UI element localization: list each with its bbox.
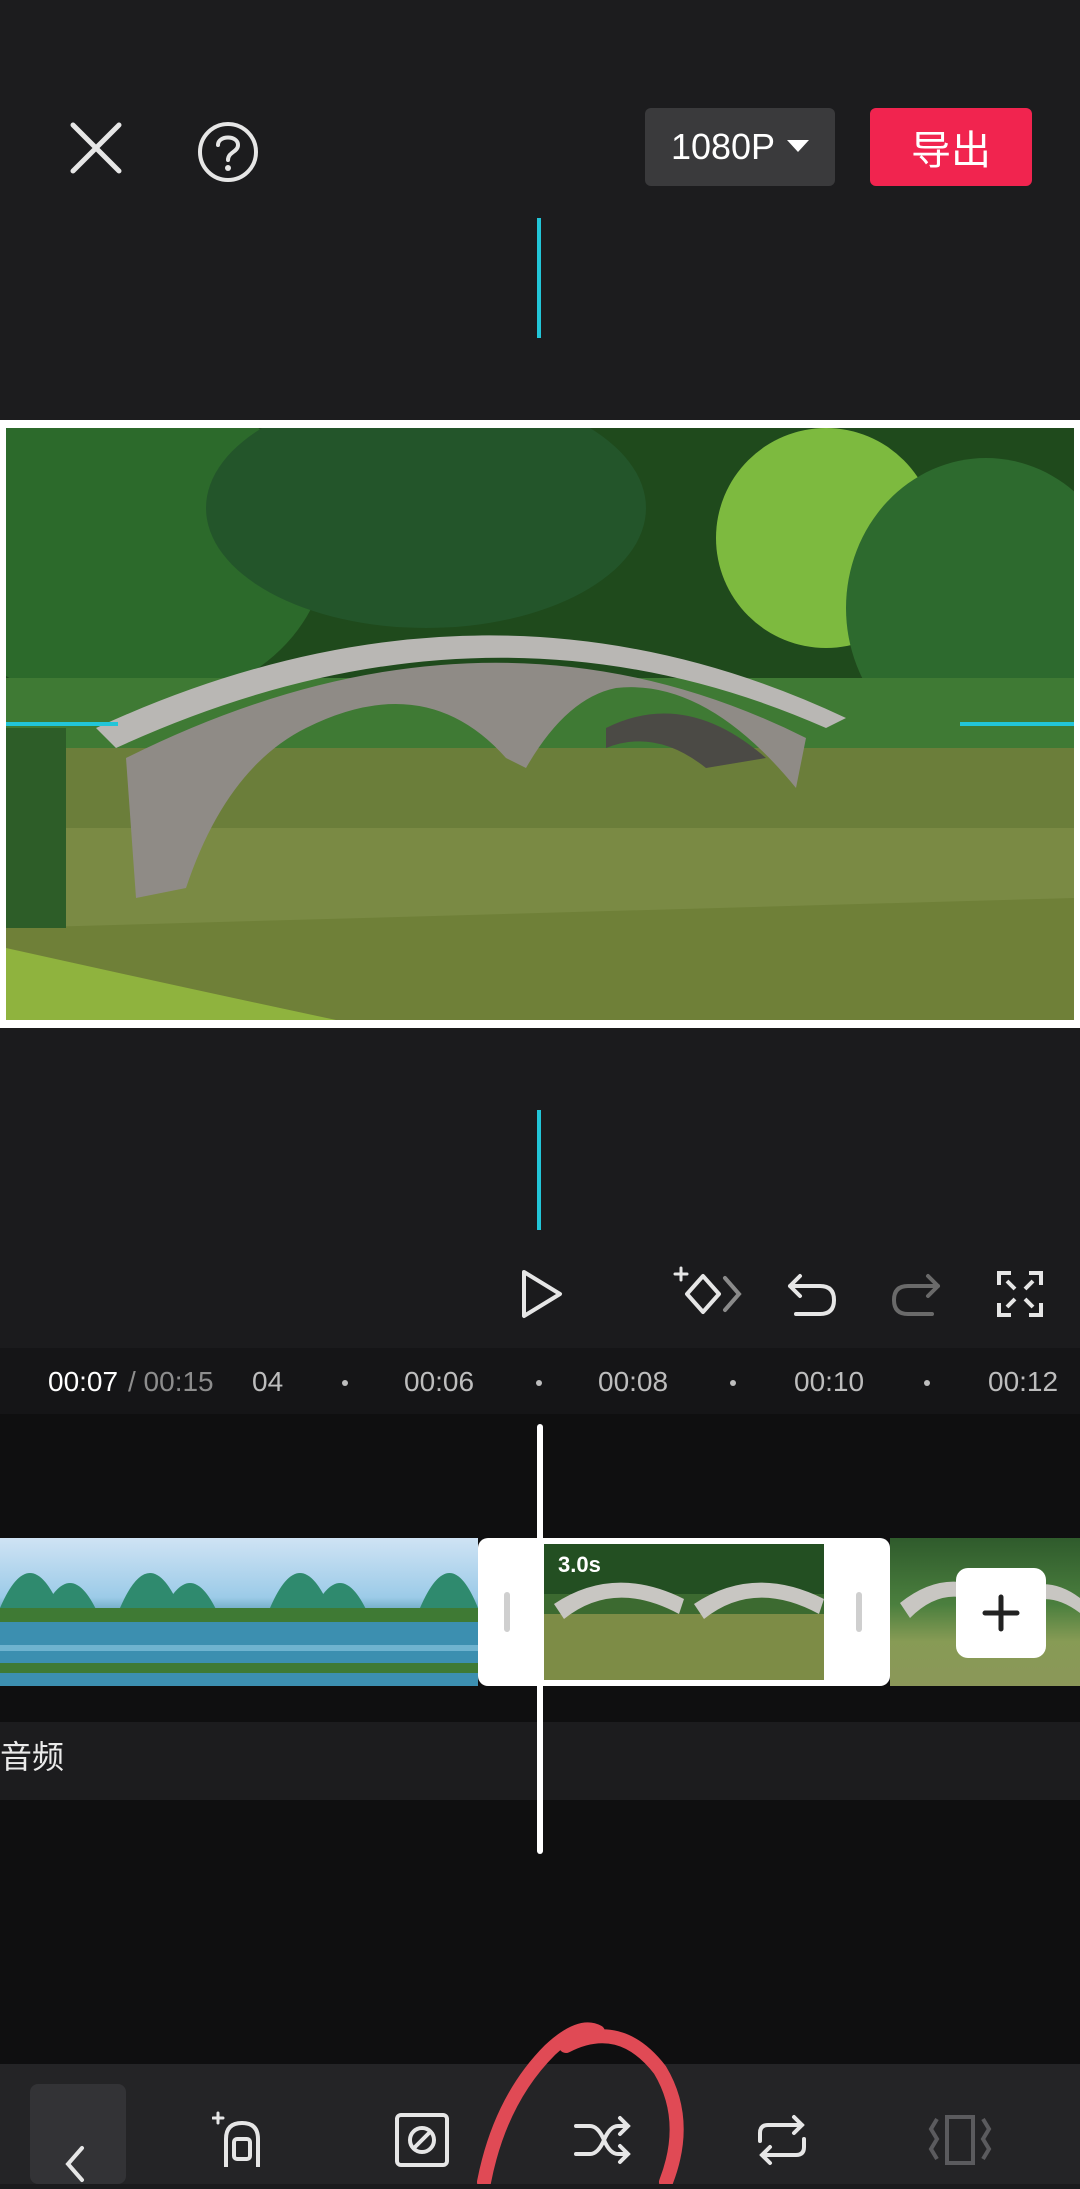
help-icon[interactable] xyxy=(188,112,268,192)
ruler-tick: 00:12 xyxy=(988,1366,1059,1397)
top-bar xyxy=(0,0,1080,420)
time-ruler[interactable]: 00:07 / 00:15 04 00:06 00:08 00:10 00:12 xyxy=(0,1348,1080,1414)
export-button[interactable]: 导出 xyxy=(870,108,1032,186)
clip-right-handle[interactable] xyxy=(856,1592,862,1632)
clip-duration: 3.0s xyxy=(558,1552,601,1577)
ruler-dot xyxy=(924,1380,930,1386)
ruler-dot xyxy=(536,1380,542,1386)
chevron-left-icon xyxy=(65,2146,84,2182)
ruler-tick: 04 xyxy=(252,1366,284,1397)
video-preview[interactable] xyxy=(0,420,1080,1028)
redo-icon[interactable] xyxy=(884,1262,948,1326)
toolbar-icon-2[interactable] xyxy=(386,2104,458,2176)
current-time: 00:07 xyxy=(48,1366,119,1397)
ruler-dot xyxy=(342,1380,348,1386)
annotation-circle xyxy=(470,2010,710,2189)
resolution-label: 1080P xyxy=(670,126,776,167)
video-clip-mountains[interactable] xyxy=(0,1538,478,1686)
audio-track-label: 音频 xyxy=(0,1739,65,1775)
ruler-tick: 00:10 xyxy=(794,1366,865,1397)
ruler-tick: 00:08 xyxy=(598,1366,669,1397)
plus-icon xyxy=(982,1594,1020,1632)
total-time: / 00:15 xyxy=(128,1366,214,1397)
playhead[interactable] xyxy=(537,1424,543,1854)
left-guide xyxy=(6,722,118,726)
toolbar-back-button[interactable] xyxy=(30,2084,126,2184)
keyframe-icon[interactable] xyxy=(672,1258,744,1330)
center-guide-bottom xyxy=(537,1110,541,1230)
loop-icon[interactable] xyxy=(746,2104,818,2176)
export-label: 导出 xyxy=(911,129,991,173)
add-clip-button[interactable] xyxy=(956,1568,1046,1658)
resolution-dropdown[interactable]: 1080P xyxy=(645,108,835,186)
ruler-tick: 00:06 xyxy=(404,1366,475,1397)
caret-down-icon xyxy=(787,140,810,152)
fullscreen-icon[interactable] xyxy=(986,1260,1054,1328)
preview-image xyxy=(6,428,1074,1020)
right-guide xyxy=(960,722,1074,726)
close-icon[interactable] xyxy=(58,110,134,186)
ruler-dot xyxy=(730,1380,736,1386)
play-icon[interactable] xyxy=(510,1262,574,1326)
undo-icon[interactable] xyxy=(780,1262,844,1326)
toolbar-icon-1[interactable] xyxy=(206,2104,278,2176)
toolbar-icon-disabled[interactable] xyxy=(922,2104,998,2176)
clip-left-handle[interactable] xyxy=(504,1592,510,1632)
center-guide-top xyxy=(537,218,541,338)
